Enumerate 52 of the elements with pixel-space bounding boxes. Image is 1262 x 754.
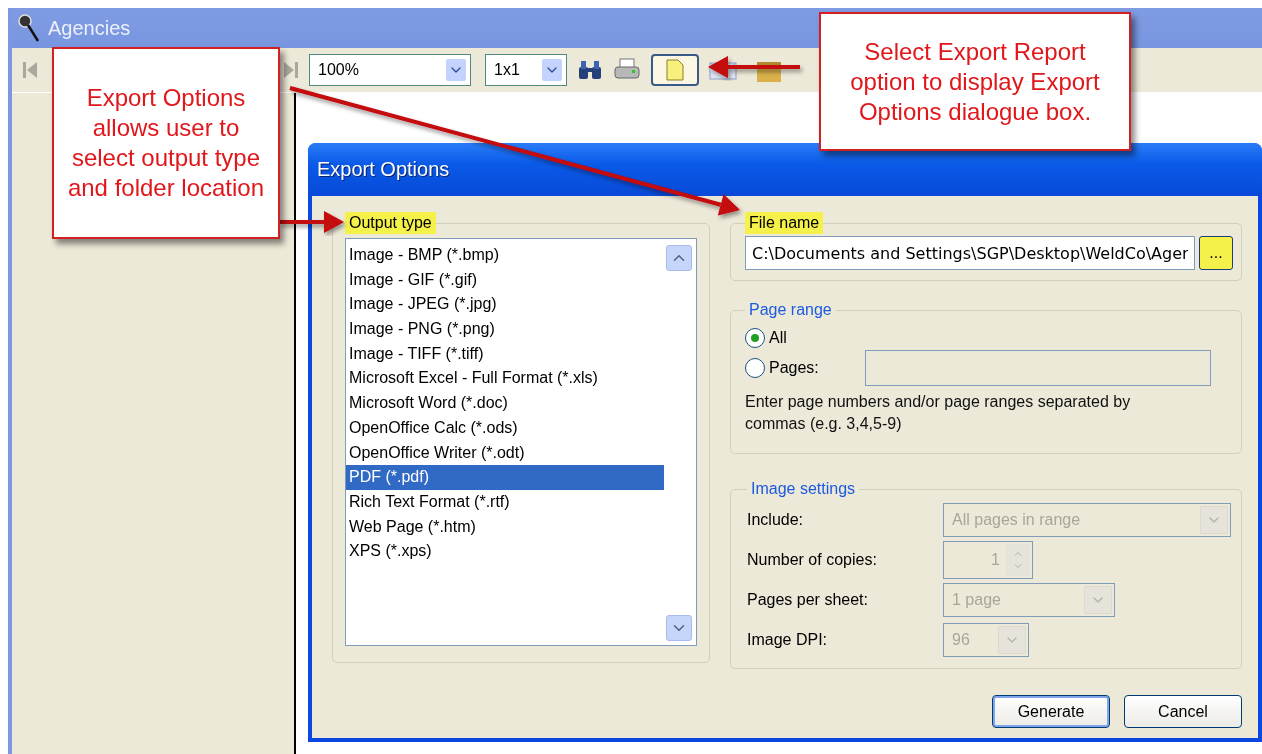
chevron-down-icon	[1084, 586, 1112, 614]
group-label: Output type	[345, 212, 436, 234]
setting-label: Pages per sheet:	[747, 591, 869, 609]
chevron-down-icon	[446, 59, 466, 81]
setting-label: Include:	[747, 511, 805, 529]
dialog-title: Export Options	[308, 143, 1262, 196]
list-item[interactable]: Image - BMP (*.bmp)	[346, 243, 664, 268]
output-type-list[interactable]	[345, 238, 697, 646]
scroll-up-button[interactable]	[666, 245, 692, 271]
setting-label: Number of copies:	[747, 551, 878, 569]
radio-button[interactable]	[745, 358, 765, 378]
list-item[interactable]: Image - TIFF (*.tiff)	[346, 341, 664, 367]
browse-button[interactable]: ...	[1199, 236, 1233, 270]
list-item[interactable]: Image - GIF (*.gif)	[346, 267, 664, 293]
chevron-down-icon	[998, 626, 1026, 654]
list-item[interactable]: PDF (*.pdf)	[346, 465, 664, 490]
list-item[interactable]: Image - PNG (*.png)	[346, 317, 664, 342]
group-label: Image settings	[750, 479, 857, 499]
radio-button[interactable]	[745, 328, 765, 348]
chevron-down-icon	[1200, 506, 1228, 534]
page-icon	[666, 59, 684, 81]
list-item[interactable]: Web Page (*.htm)	[346, 514, 664, 540]
scroll-down-button[interactable]	[666, 615, 692, 641]
callout: Export Options allows user to select output type and folder location	[52, 47, 280, 239]
pages-field[interactable]	[865, 350, 1211, 386]
list-item[interactable]: Microsoft Word (*.doc)	[346, 391, 664, 416]
spin-arrows-icon	[1006, 544, 1030, 576]
file-name-field[interactable]: C:\Documents and Settings\SGP\Desktop\WeldCo\Ager	[745, 236, 1195, 270]
layout-dropdown[interactable]: 1x1	[485, 54, 567, 86]
magnifier-icon	[18, 13, 40, 43]
list-item[interactable]: OpenOffice Calc (*.ods)	[346, 415, 664, 441]
callout: Select Export Report option to display Export Options dialogue box.	[819, 12, 1131, 151]
zoom-dropdown[interactable]: 100%	[309, 54, 471, 86]
group-label: Page range	[748, 300, 833, 320]
setting-label: Image DPI:	[747, 631, 829, 649]
cancel-button[interactable]: Cancel	[1124, 695, 1242, 728]
radio-label: All	[769, 329, 787, 347]
printer-icon[interactable]	[613, 58, 641, 82]
list-item[interactable]: OpenOffice Writer (*.odt)	[346, 440, 664, 466]
binoculars-icon[interactable]	[577, 59, 603, 81]
list-item[interactable]: XPS (*.xps)	[346, 539, 664, 564]
export-report-button[interactable]	[651, 54, 699, 86]
window-title: Agencies	[48, 16, 131, 40]
chevron-down-icon	[542, 59, 562, 81]
list-item[interactable]: Microsoft Excel - Full Format (*.xls)	[346, 366, 664, 392]
list-item[interactable]: Rich Text Format (*.rtf)	[346, 489, 664, 515]
radio-label: Pages:	[769, 359, 819, 377]
last-page-icon[interactable]	[283, 60, 299, 80]
hint-text: Enter page numbers and/or page ranges separated by commas (e.g. 3,4,5-9)	[745, 392, 1132, 434]
list-item[interactable]: Image - JPEG (*.jpg)	[346, 292, 664, 318]
generate-button[interactable]: Generate	[992, 695, 1110, 728]
group-label: File name	[745, 212, 824, 234]
